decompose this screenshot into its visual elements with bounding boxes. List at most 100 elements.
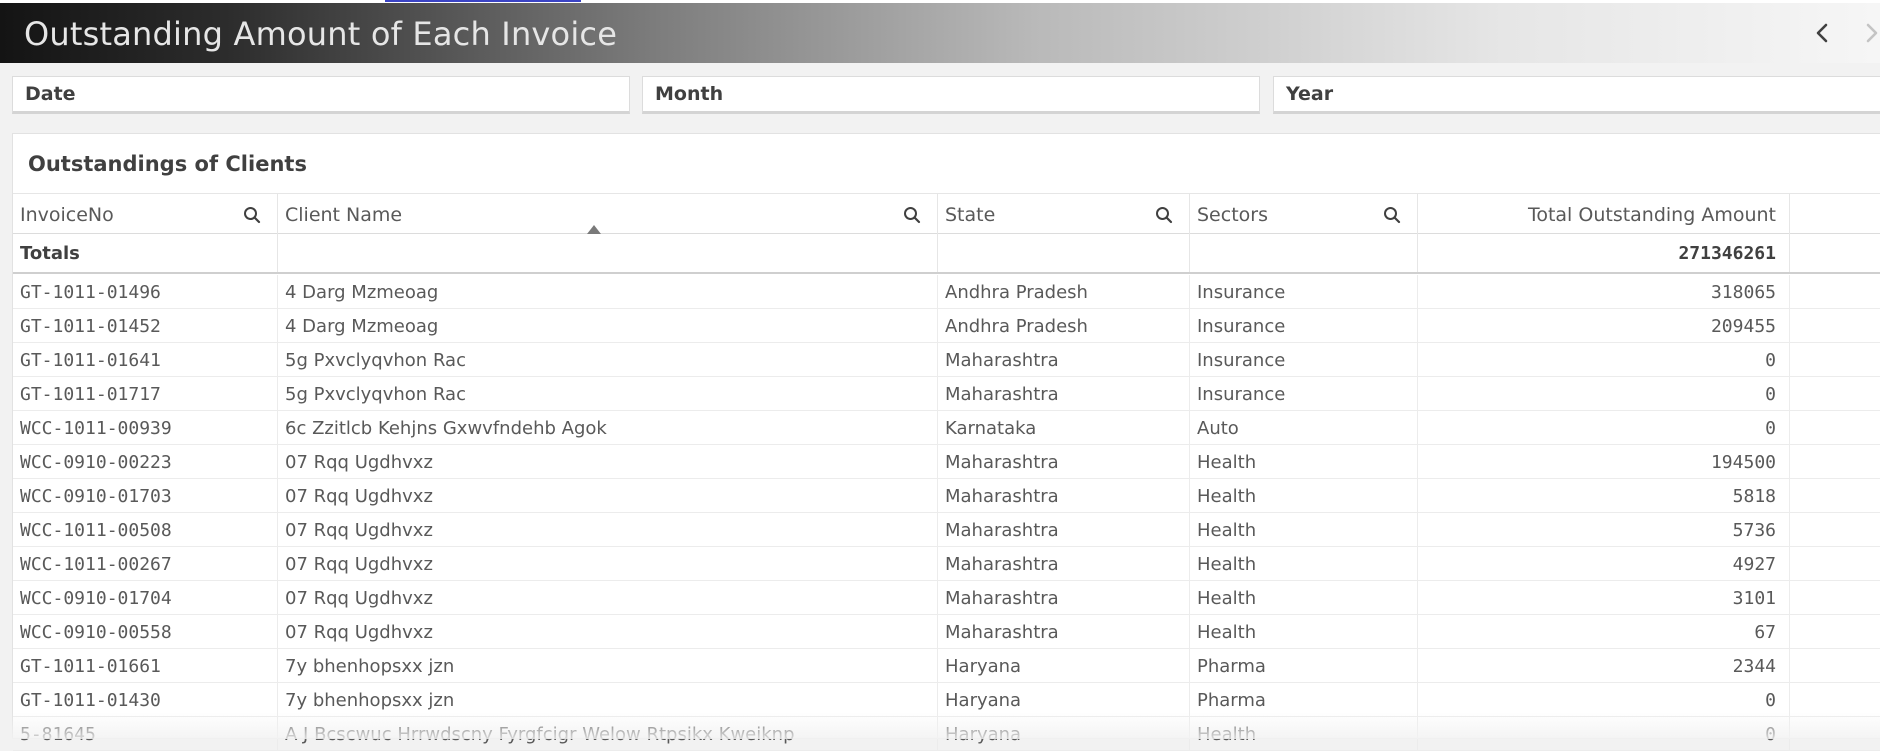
month-filter[interactable]: Month [642,76,1260,114]
table-row[interactable]: WCC-0910-00223 07 Rqq Ugdhvxz Maharashtra H… [13,445,1880,479]
outstanding-amount-cell[interactable]: 0 [1418,411,1790,445]
next-sheet-button[interactable] [1857,17,1880,49]
client-name-cell[interactable]: 4 Darg Mzmeoag [278,275,938,309]
invoice-no-cell[interactable]: WCC-0910-00223 [13,445,278,479]
empty-cell [1790,547,1880,581]
outstanding-amount-cell[interactable]: 5818 [1418,479,1790,513]
state-cell[interactable]: Maharashtra [938,343,1190,377]
column-header-total-outstanding-amount[interactable]: Total Outstanding Amount [1418,194,1790,234]
top-link-underline [385,0,581,2]
column-header-state[interactable]: State [938,194,1190,234]
scroll-fade [0,712,1880,739]
table-row[interactable]: WCC-0910-01703 07 Rqq Ugdhvxz Maharashtra H… [13,479,1880,513]
outstandings-table-panel: Outstandings of Clients InvoiceNo Client… [12,133,1880,751]
client-name-cell[interactable]: 6c Zzitlcb Kehjns Gxwvfndehb Agok [278,411,938,445]
table-row[interactable]: WCC-1011-00939 6c Zzitlcb Kehjns Gxwvfnde… [13,411,1880,445]
sector-cell[interactable]: Pharma [1190,649,1418,683]
column-header-label: Client Name [285,204,403,226]
chevron-left-icon [1816,23,1828,43]
table-row[interactable]: GT-1011-01661 7y bhenhopsxx jzn Haryana Pha… [13,649,1880,683]
client-name-cell[interactable]: 7y bhenhopsxx jzn [278,649,938,683]
search-icon[interactable] [1383,206,1401,229]
table-row[interactable]: WCC-0910-00558 07 Rqq Ugdhvxz Maharashtra H… [13,615,1880,649]
invoice-no-cell[interactable]: GT-1011-01452 [13,309,278,343]
client-name-cell[interactable]: 07 Rqq Ugdhvxz [278,479,938,513]
state-cell[interactable]: Maharashtra [938,377,1190,411]
sector-cell[interactable]: Health [1190,547,1418,581]
state-cell[interactable]: Haryana [938,649,1190,683]
invoice-no-cell[interactable]: GT-1011-01717 [13,377,278,411]
sector-cell[interactable]: Health [1190,513,1418,547]
totals-value: 271346261 [1418,234,1790,272]
search-icon[interactable] [1155,206,1173,229]
table-row[interactable]: GT-1011-01717 5g Pxvclyqvhon Rac Maharasht… [13,377,1880,411]
outstanding-amount-cell[interactable]: 0 [1418,377,1790,411]
outstanding-amount-cell[interactable]: 3101 [1418,581,1790,615]
invoice-no-cell[interactable]: GT-1011-01661 [13,649,278,683]
outstanding-amount-cell[interactable]: 318065 [1418,275,1790,309]
client-name-cell[interactable]: 07 Rqq Ugdhvxz [278,445,938,479]
empty-cell [1790,513,1880,547]
state-cell[interactable]: Andhra Pradesh [938,275,1190,309]
state-cell[interactable]: Maharashtra [938,547,1190,581]
search-icon[interactable] [243,206,261,229]
invoice-no-cell[interactable]: WCC-1011-00939 [13,411,278,445]
sector-cell[interactable]: Insurance [1190,377,1418,411]
client-name-cell[interactable]: 4 Darg Mzmeoag [278,309,938,343]
sector-cell[interactable]: Health [1190,479,1418,513]
state-cell[interactable]: Maharashtra [938,445,1190,479]
client-name-cell[interactable]: 07 Rqq Ugdhvxz [278,581,938,615]
state-cell[interactable]: Andhra Pradesh [938,309,1190,343]
empty-cell [1790,479,1880,513]
date-filter[interactable]: Date [12,76,630,114]
table-row[interactable]: WCC-1011-00508 07 Rqq Ugdhvxz Maharashtra H… [13,513,1880,547]
invoice-no-cell[interactable]: WCC-0910-01703 [13,479,278,513]
state-cell[interactable]: Karnataka [938,411,1190,445]
sector-cell[interactable]: Health [1190,615,1418,649]
outstanding-amount-cell[interactable]: 4927 [1418,547,1790,581]
outstanding-amount-cell[interactable]: 194500 [1418,445,1790,479]
invoice-no-cell[interactable]: GT-1011-01496 [13,275,278,309]
sector-cell[interactable]: Insurance [1190,275,1418,309]
client-name-cell[interactable]: 5g Pxvclyqvhon Rac [278,343,938,377]
year-filter[interactable]: Year [1273,76,1880,114]
invoice-no-cell[interactable]: WCC-0910-01704 [13,581,278,615]
invoice-no-cell[interactable]: WCC-1011-00267 [13,547,278,581]
outstanding-amount-cell[interactable]: 0 [1418,343,1790,377]
outstanding-amount-cell[interactable]: 67 [1418,615,1790,649]
outstanding-amount-cell[interactable]: 209455 [1418,309,1790,343]
column-header-invoiceno[interactable]: InvoiceNo [13,194,278,234]
table-row[interactable]: WCC-0910-01704 07 Rqq Ugdhvxz Maharashtra H… [13,581,1880,615]
sector-cell[interactable]: Auto [1190,411,1418,445]
client-name-cell[interactable]: 07 Rqq Ugdhvxz [278,615,938,649]
sector-cell[interactable]: Insurance [1190,309,1418,343]
sector-cell[interactable]: Insurance [1190,343,1418,377]
client-name-cell[interactable]: 07 Rqq Ugdhvxz [278,547,938,581]
column-header-sectors[interactable]: Sectors [1190,194,1418,234]
invoice-no-cell[interactable]: WCC-1011-00508 [13,513,278,547]
table-row[interactable]: GT-1011-01496 4 Darg Mzmeoag Andhra Prades… [13,275,1880,309]
table-row[interactable]: WCC-1011-00267 07 Rqq Ugdhvxz Maharashtra H… [13,547,1880,581]
empty-cell [1790,581,1880,615]
invoice-no-cell[interactable]: GT-1011-01641 [13,343,278,377]
state-cell[interactable]: Maharashtra [938,513,1190,547]
table-row[interactable]: GT-1011-01452 4 Darg Mzmeoag Andhra Prades… [13,309,1880,343]
outstanding-amount-cell[interactable]: 2344 [1418,649,1790,683]
empty-cell [1790,411,1880,445]
totals-empty-cell [1190,234,1418,272]
sector-cell[interactable]: Health [1190,581,1418,615]
empty-cell [1790,343,1880,377]
sector-cell[interactable]: Health [1190,445,1418,479]
empty-cell [1790,309,1880,343]
invoice-no-cell[interactable]: WCC-0910-00558 [13,615,278,649]
previous-sheet-button[interactable] [1807,17,1837,49]
column-header-client-name[interactable]: Client Name [278,194,938,234]
state-cell[interactable]: Maharashtra [938,479,1190,513]
state-cell[interactable]: Maharashtra [938,615,1190,649]
client-name-cell[interactable]: 5g Pxvclyqvhon Rac [278,377,938,411]
search-icon[interactable] [903,206,921,229]
outstanding-amount-cell[interactable]: 5736 [1418,513,1790,547]
client-name-cell[interactable]: 07 Rqq Ugdhvxz [278,513,938,547]
table-row[interactable]: GT-1011-01641 5g Pxvclyqvhon Rac Maharasht… [13,343,1880,377]
state-cell[interactable]: Maharashtra [938,581,1190,615]
